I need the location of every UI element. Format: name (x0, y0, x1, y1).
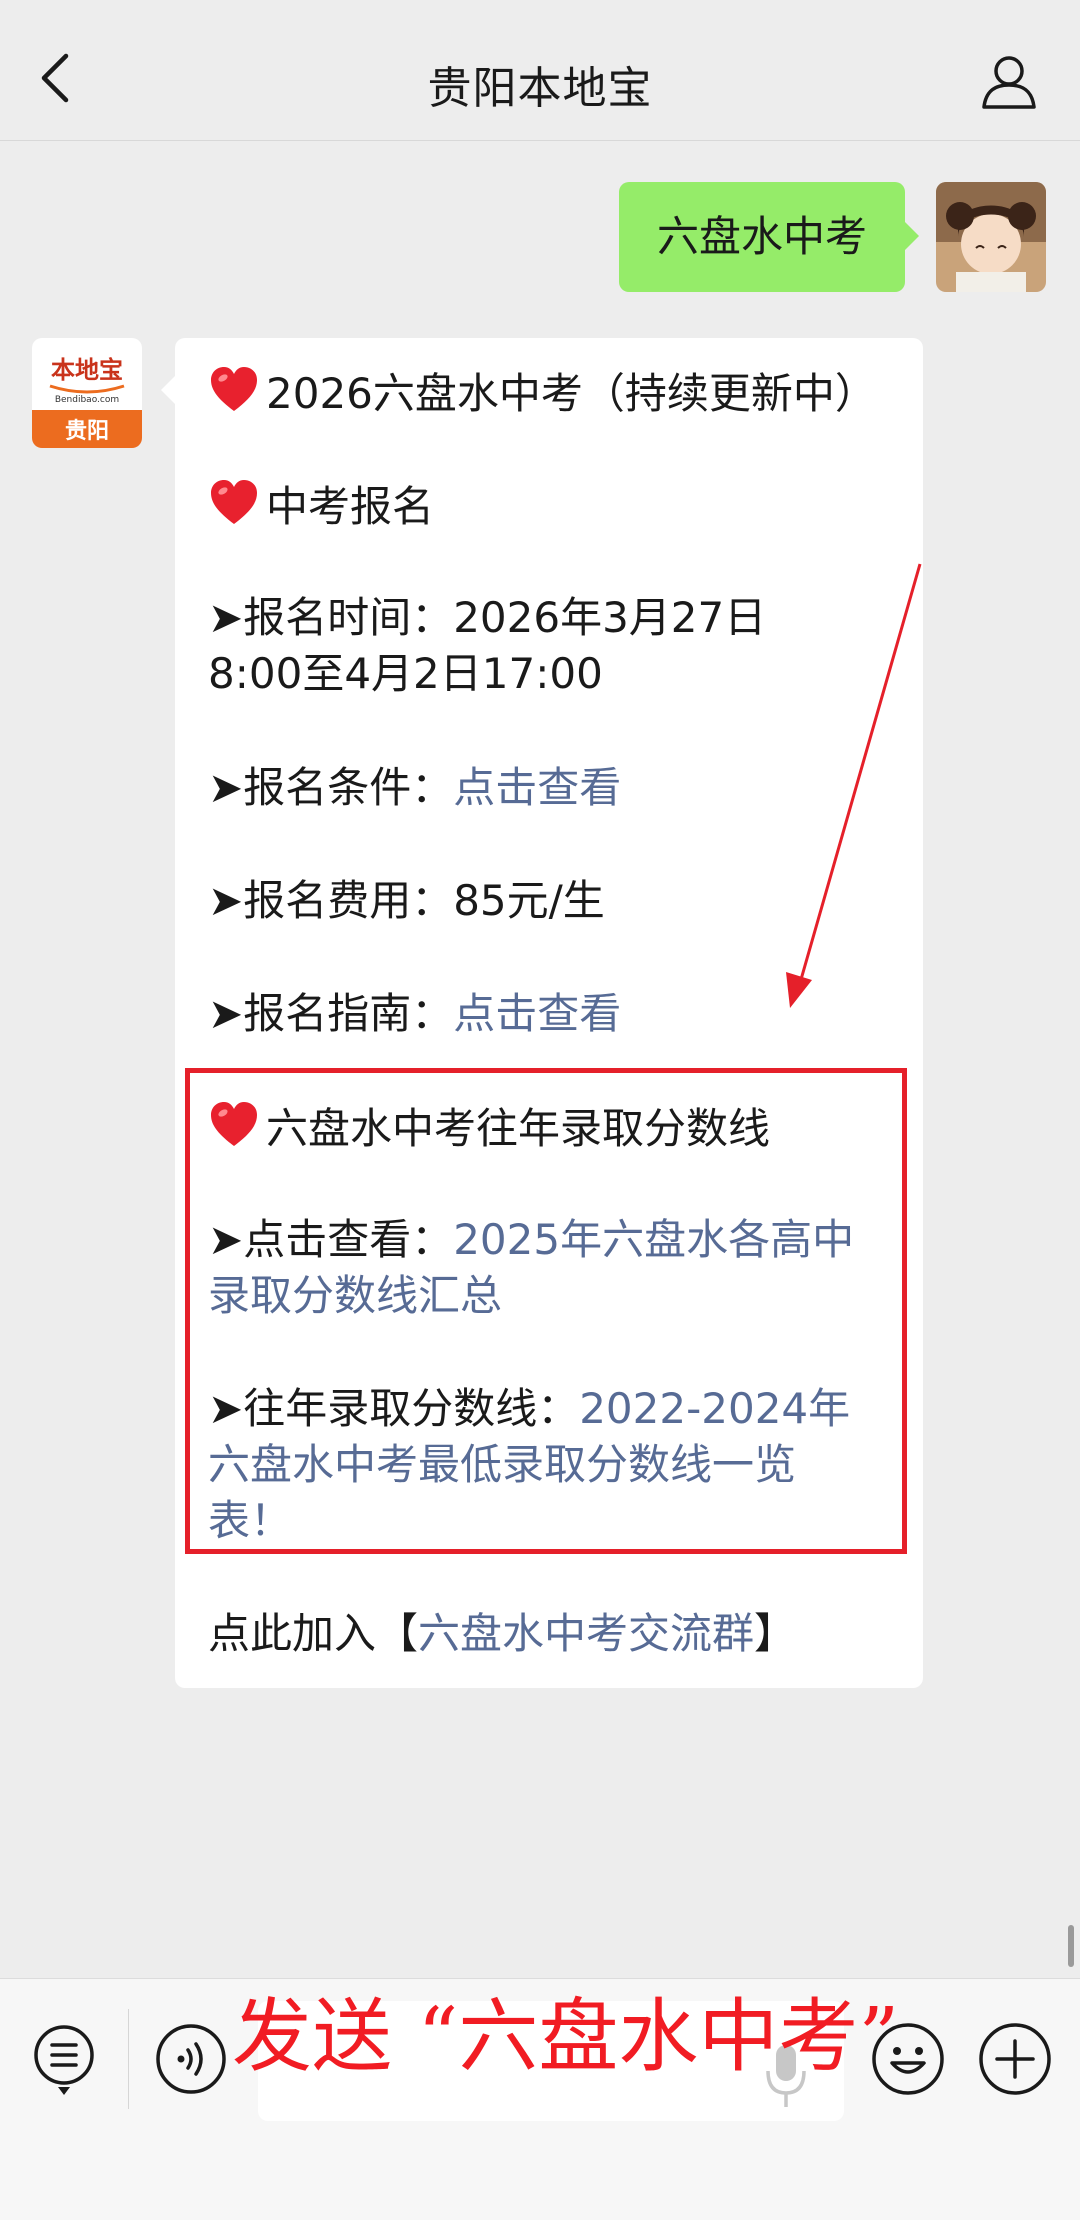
heading-line: 2026六盘水中考（持续更新中） (208, 364, 877, 422)
bot-avatar[interactable]: 本地宝 Bendibao.com 贵阳 (32, 338, 142, 448)
heading-text: 2026六盘水中考（持续更新中） (266, 369, 877, 418)
user-icon[interactable] (980, 52, 1038, 110)
condition-label: ➤报名条件： (208, 763, 454, 812)
fee-line: ➤报名费用：85元/生 (208, 873, 605, 929)
plus-icon[interactable] (977, 2021, 1053, 2097)
logo-sub-text: Bendibao.com (55, 395, 119, 405)
city-label: 贵阳 (65, 419, 109, 444)
divider (128, 2009, 129, 2109)
send-instruction-text: 发送 “六盘水中考” (232, 1990, 900, 2083)
time-line: ➤报名时间：2026年3月27日 (208, 590, 766, 646)
section1-title: 中考报名 (208, 477, 434, 535)
time-value: 2026年3月27日 (453, 593, 767, 642)
heart-icon (211, 367, 257, 411)
section1-title-text: 中考报名 (266, 482, 435, 531)
menu-list-icon[interactable] (32, 2021, 96, 2099)
fee-label: ➤报名费用： (208, 876, 454, 925)
join-group-link[interactable]: 六盘水中考交流群 (418, 1609, 754, 1658)
scrollbar[interactable] (1068, 1925, 1074, 1967)
join-suffix: 】 (754, 1609, 797, 1658)
guide-line: ➤报名指南：点击查看 (208, 986, 621, 1042)
guide-label: ➤报名指南： (208, 989, 454, 1038)
highlight-box (185, 1068, 907, 1554)
page-title: 贵阳本地宝 (427, 63, 653, 114)
red-annotation-arrow (786, 563, 922, 1008)
voice-icon[interactable] (155, 2023, 227, 2095)
my-message-bubble[interactable]: 六盘水中考 (618, 182, 920, 292)
logo-text: 本地宝 (51, 356, 123, 384)
top-nav-bar: 贵阳本地宝 (0, 0, 1080, 141)
join-line: 点此加入【六盘水中考交流群】 (208, 1606, 796, 1662)
guide-link[interactable]: 点击查看 (453, 989, 621, 1038)
bottom-input-bar: 发送 “六盘水中考” (0, 1978, 1080, 2220)
join-prefix: 点此加入【 (208, 1609, 419, 1658)
time-line-2: 8:00至4月2日17:00 (208, 649, 603, 698)
condition-link[interactable]: 点击查看 (453, 763, 621, 812)
emoji-icon[interactable] (870, 2021, 946, 2097)
condition-line: ➤报名条件：点击查看 (208, 760, 621, 816)
time-label: ➤报名时间： (208, 593, 454, 642)
fee-value: 85元/生 (453, 876, 605, 925)
my-avatar[interactable] (936, 182, 1046, 292)
heart-icon (211, 480, 257, 524)
